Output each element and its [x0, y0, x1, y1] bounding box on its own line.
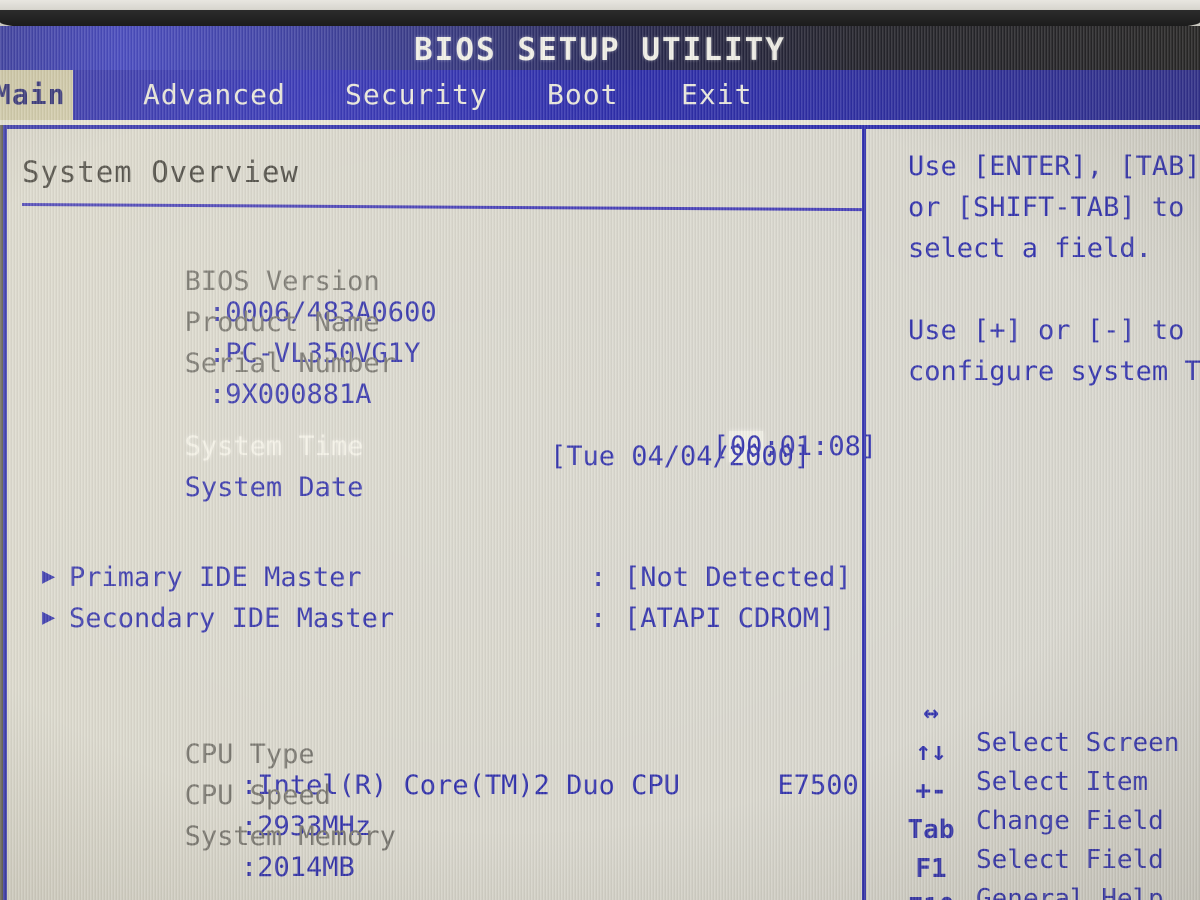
tab-boot[interactable]: Boot [539, 70, 626, 120]
left-border [3, 125, 7, 900]
title-bar: BIOS SETUP UTILITY [0, 26, 1200, 70]
info-label: Serial Number [184, 348, 396, 379]
primary-ide-master-label: Primary IDE Master [69, 562, 362, 593]
system-memory-row: System Memory :2014MB [22, 790, 396, 900]
system-date-label: System Date [184, 472, 364, 503]
triangle-right-icon: ▶ [42, 605, 56, 630]
triangle-right-icon: ▶ [42, 564, 56, 589]
tab-main[interactable]: Main [0, 70, 74, 120]
help-pane: Use [ENTER], [TAB] or [SHIFT-TAB] to sel… [872, 125, 1200, 900]
primary-ide-master-row[interactable]: ▶ Primary IDE Master : [Not Detected] [14, 562, 859, 596]
content-area: System Overview BIOS Version :0006/483A0… [0, 125, 1200, 900]
bios-screen: BIOS SETUP UTILITY Main Advanced Securit… [0, 26, 1200, 900]
section-title: System Overview [22, 155, 299, 189]
system-date-row[interactable]: System Date [22, 441, 364, 534]
key-legend-save-and-exit: F10 Save and Exit [872, 863, 1029, 900]
page-title: BIOS SETUP UTILITY [414, 32, 786, 68]
secondary-ide-master-row[interactable]: ▶ Secondary IDE Master : [ATAPI CDROM] [14, 603, 859, 637]
menu-bar[interactable]: Main Advanced Security Boot Exit [0, 70, 1200, 125]
pane-divider [862, 125, 866, 900]
system-date-value[interactable]: [Tue 04/04/2000] [550, 441, 810, 472]
help-text-line: or [SHIFT-TAB] to [908, 192, 1185, 223]
help-text-line: configure system T [908, 356, 1200, 387]
tab-advanced[interactable]: Advanced [135, 70, 294, 120]
system-memory-label: System Memory [184, 821, 396, 852]
tab-security[interactable]: Security [337, 70, 496, 120]
secondary-ide-master-value: [ATAPI CDROM] [624, 603, 836, 634]
main-pane: System Overview BIOS Version :0006/483A0… [14, 125, 877, 900]
help-text-line: Use [ENTER], [TAB] [908, 151, 1200, 182]
tab-exit[interactable]: Exit [673, 70, 760, 120]
f10-key-icon: F10 [894, 893, 968, 900]
help-text-line: select a field. [908, 233, 1152, 264]
secondary-ide-master-label: Secondary IDE Master [69, 603, 395, 634]
photo-of-monitor: BIOS SETUP UTILITY Main Advanced Securit… [0, 0, 1200, 900]
help-text-line: Use [+] or [-] to [908, 315, 1185, 346]
menu-underline [0, 120, 1200, 125]
section-rule [21, 203, 862, 212]
system-memory-value: :2014MB [241, 852, 355, 883]
secondary-ide-separator: : [590, 603, 607, 634]
primary-ide-separator: : [590, 562, 607, 593]
primary-ide-master-value: [Not Detected] [624, 562, 852, 593]
